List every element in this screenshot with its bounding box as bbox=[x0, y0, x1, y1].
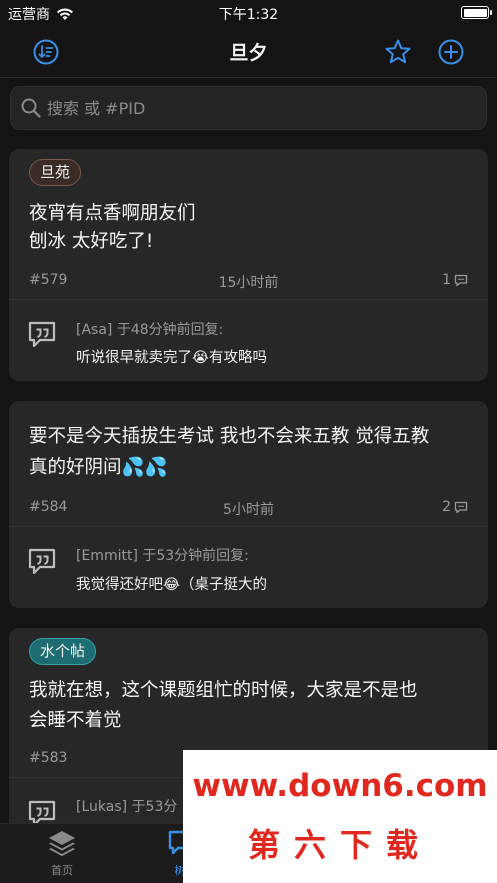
post-text-line: 要不是今天插拔生考试 我也不会来五教 觉得五教 bbox=[29, 426, 430, 447]
navigation-bar: 旦夕 bbox=[0, 26, 497, 78]
post-pid: #583 bbox=[29, 750, 68, 766]
post-meta: #584 5小时前 2 bbox=[29, 499, 468, 519]
plus-circle-icon[interactable] bbox=[437, 38, 465, 66]
watermark: www.down6.com 第六下载 bbox=[183, 750, 497, 883]
watermark-url: www.down6.com bbox=[192, 768, 488, 804]
post-text: 夜宵有点香啊朋友们 刨冰 太好吃了! bbox=[29, 200, 474, 256]
tab-home-label: 首页 bbox=[51, 864, 73, 877]
divider bbox=[9, 299, 488, 300]
reply-count: 2 bbox=[442, 499, 468, 515]
reply-count: 1 bbox=[442, 272, 468, 288]
reply-count-value: 2 bbox=[442, 499, 451, 515]
battery-icon bbox=[461, 6, 492, 19]
post-meta: #579 15小时前 1 bbox=[29, 272, 468, 292]
reply-header: [Emmitt] 于53分钟前回复: bbox=[76, 548, 249, 564]
star-icon[interactable] bbox=[384, 38, 412, 66]
post-card[interactable]: 要不是今天插拔生考试 我也不会来五教 觉得五教 真的好阴间💦💦 #584 5小时… bbox=[9, 401, 488, 608]
search-icon bbox=[21, 98, 41, 118]
post-text-line: 我就在想，这个课题组忙的时候，大家是不是也 bbox=[29, 680, 418, 701]
status-bar: 运营商 下午1:32 bbox=[0, 0, 497, 26]
reply-header: [Lukas] 于53分 bbox=[76, 799, 178, 815]
search-bar[interactable] bbox=[10, 86, 487, 130]
search-input[interactable] bbox=[47, 87, 467, 129]
post-text-line: 真的好阴间💦💦 bbox=[29, 457, 168, 478]
post-time: 15小时前 bbox=[218, 275, 279, 291]
page-title: 旦夕 bbox=[229, 42, 268, 64]
post-text-line: 刨冰 太好吃了! bbox=[29, 231, 154, 252]
reply-text: 听说很早就卖完了😭有攻略吗 bbox=[76, 350, 267, 366]
post-tag[interactable]: 旦苑 bbox=[29, 159, 82, 186]
tab-home[interactable]: 首页 bbox=[32, 828, 92, 878]
post-text-line: 会睡不着觉 bbox=[29, 710, 122, 731]
post-text: 要不是今天插拔生考试 我也不会来五教 觉得五教 真的好阴间💦💦 bbox=[29, 423, 474, 482]
post-text-line: 夜宵有点香啊朋友们 bbox=[29, 203, 196, 224]
divider bbox=[9, 526, 488, 527]
layers-icon bbox=[49, 831, 75, 857]
comment-icon bbox=[454, 501, 468, 513]
reply-text: 我觉得还好吧😂（桌子挺大的 bbox=[76, 577, 267, 593]
reply-count-value: 1 bbox=[442, 272, 451, 288]
quote-reply-icon bbox=[28, 321, 56, 348]
post-card[interactable]: 旦苑 夜宵有点香啊朋友们 刨冰 太好吃了! #579 15小时前 1 [Asa]… bbox=[9, 149, 488, 381]
post-tag[interactable]: 水个帖 bbox=[29, 638, 97, 665]
post-time: 5小时前 bbox=[223, 502, 274, 518]
comment-icon bbox=[454, 274, 468, 286]
quote-reply-icon bbox=[28, 548, 56, 575]
watermark-name: 第六下载 bbox=[247, 826, 432, 864]
status-time: 下午1:32 bbox=[218, 7, 279, 23]
post-text: 我就在想，这个课题组忙的时候，大家是不是也 会睡不着觉 bbox=[29, 677, 474, 735]
reply-header: [Asa] 于48分钟前回复: bbox=[76, 322, 224, 338]
